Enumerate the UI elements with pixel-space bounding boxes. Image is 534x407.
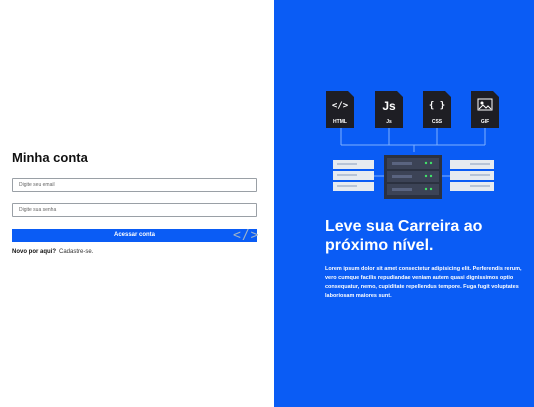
login-panel: Minha conta Acessar conta Novo por aqui?…: [0, 0, 274, 407]
html-file-glyph: </>: [332, 101, 349, 111]
left-server-stack: [333, 160, 374, 191]
js-file-icon: Js Js: [375, 91, 403, 128]
signup-link[interactable]: Cadastre-se.: [59, 249, 93, 255]
page-title: Minha conta: [12, 150, 88, 165]
css-file-label: CSS: [432, 119, 443, 125]
page: Minha conta Acessar conta Novo por aqui?…: [0, 0, 534, 407]
css-file-icon: { } CSS: [423, 91, 451, 128]
right-server-stack: [450, 160, 494, 191]
center-server-rack: [384, 155, 442, 199]
email-field[interactable]: [12, 178, 257, 192]
code-brackets-icon: </>: [233, 228, 260, 243]
hero-illustration: </> HTML Js Js { } CSS GIF: [326, 91, 499, 199]
gif-file-label: GIF: [481, 119, 489, 125]
signup-row: Novo por aqui? Cadastre-se.: [12, 249, 257, 255]
signup-prompt: Novo por aqui?: [12, 248, 56, 255]
login-button[interactable]: Acessar conta: [12, 228, 257, 242]
password-field[interactable]: [12, 203, 257, 217]
hero-headline: Leve sua Carreira ao próximo nível.: [325, 218, 483, 254]
login-form: Minha conta Acessar conta Novo por aqui?…: [12, 150, 257, 255]
hero-body-text: Lorem ipsum dolor sit amet consectetur a…: [325, 266, 522, 299]
js-file-label: Js: [386, 119, 392, 125]
hero-panel: </> HTML Js Js { } CSS GIF Leve sua Carr…: [274, 0, 534, 407]
gif-file-icon: GIF: [471, 91, 499, 128]
html-file-icon: </> HTML: [326, 91, 354, 128]
html-file-label: HTML: [333, 119, 347, 125]
js-file-glyph: Js: [382, 99, 396, 113]
css-file-glyph: { }: [429, 101, 445, 111]
